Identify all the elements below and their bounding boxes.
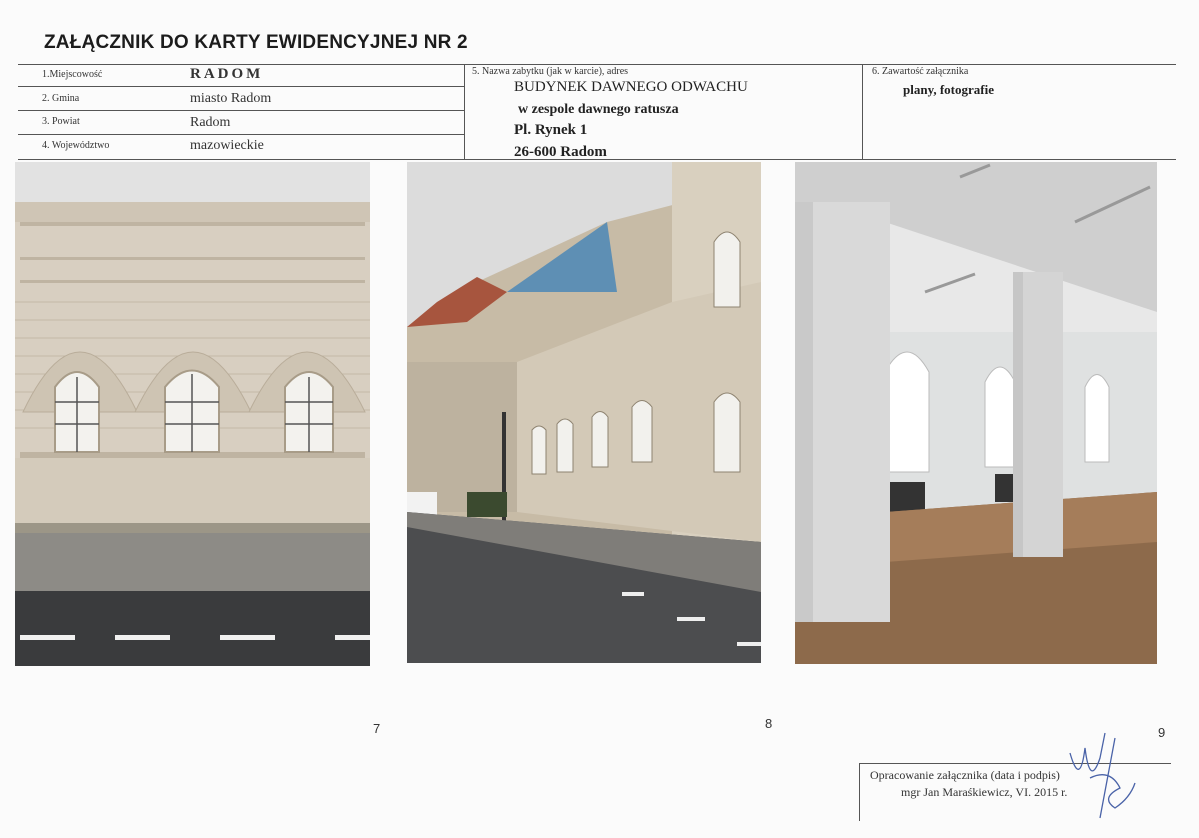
photo-interior [795,162,1157,664]
monument-complex: w zespole dawnego ratusza [518,101,679,117]
page-title: ZAŁĄCZNIK DO KARTY EWIDENCYJNEJ NR 2 [44,32,468,53]
field-label-wojewodztwo: 4. Województwo [42,140,110,151]
column-divider [464,64,465,159]
field-label-gmina: 2. Gmina [42,93,80,104]
handwritten-signature [1069,732,1136,819]
photo-street [407,162,761,663]
monument-label: 5. Nazwa zabytku (jak w karcie), adres [472,66,629,77]
photo-number-8: 8 [765,716,773,731]
signature-left-border [859,763,860,821]
field-value-gmina: miasto Radom [190,91,272,106]
row-divider [18,110,464,111]
monument-city: 26-600 Radom [514,143,607,160]
contents-value: plany, fotografie [903,82,994,97]
photo-number-7: 7 [373,721,381,736]
field-value-miejscowosc: RADOM [190,66,264,82]
signature-author: mgr Jan Maraśkiewicz, VI. 2015 r. [901,785,1068,799]
field-label-powiat: 3. Powiat [42,116,80,127]
contents-label: 6. Zawartość załącznika [872,66,969,77]
table-top-border [18,64,1176,65]
monument-address: BUDYNEK DAWNEGO ODWACHU w zespole dawneg… [514,77,748,163]
photo-facade [15,162,370,666]
photo-number-9: 9 [1158,725,1166,740]
field-value-powiat: Radom [190,115,231,130]
field-label-miejscowosc: 1.Miejscowość [42,69,103,80]
signature-label: Opracowanie załącznika (data i podpis) [870,768,1060,782]
row-divider [18,134,464,135]
column-divider [862,64,863,159]
row-divider [18,86,464,87]
monument-street: Pl. Rynek 1 [514,122,588,138]
monument-name: BUDYNEK DAWNEGO ODWACHU [514,79,748,95]
field-value-wojewodztwo: mazowieckie [190,138,264,153]
